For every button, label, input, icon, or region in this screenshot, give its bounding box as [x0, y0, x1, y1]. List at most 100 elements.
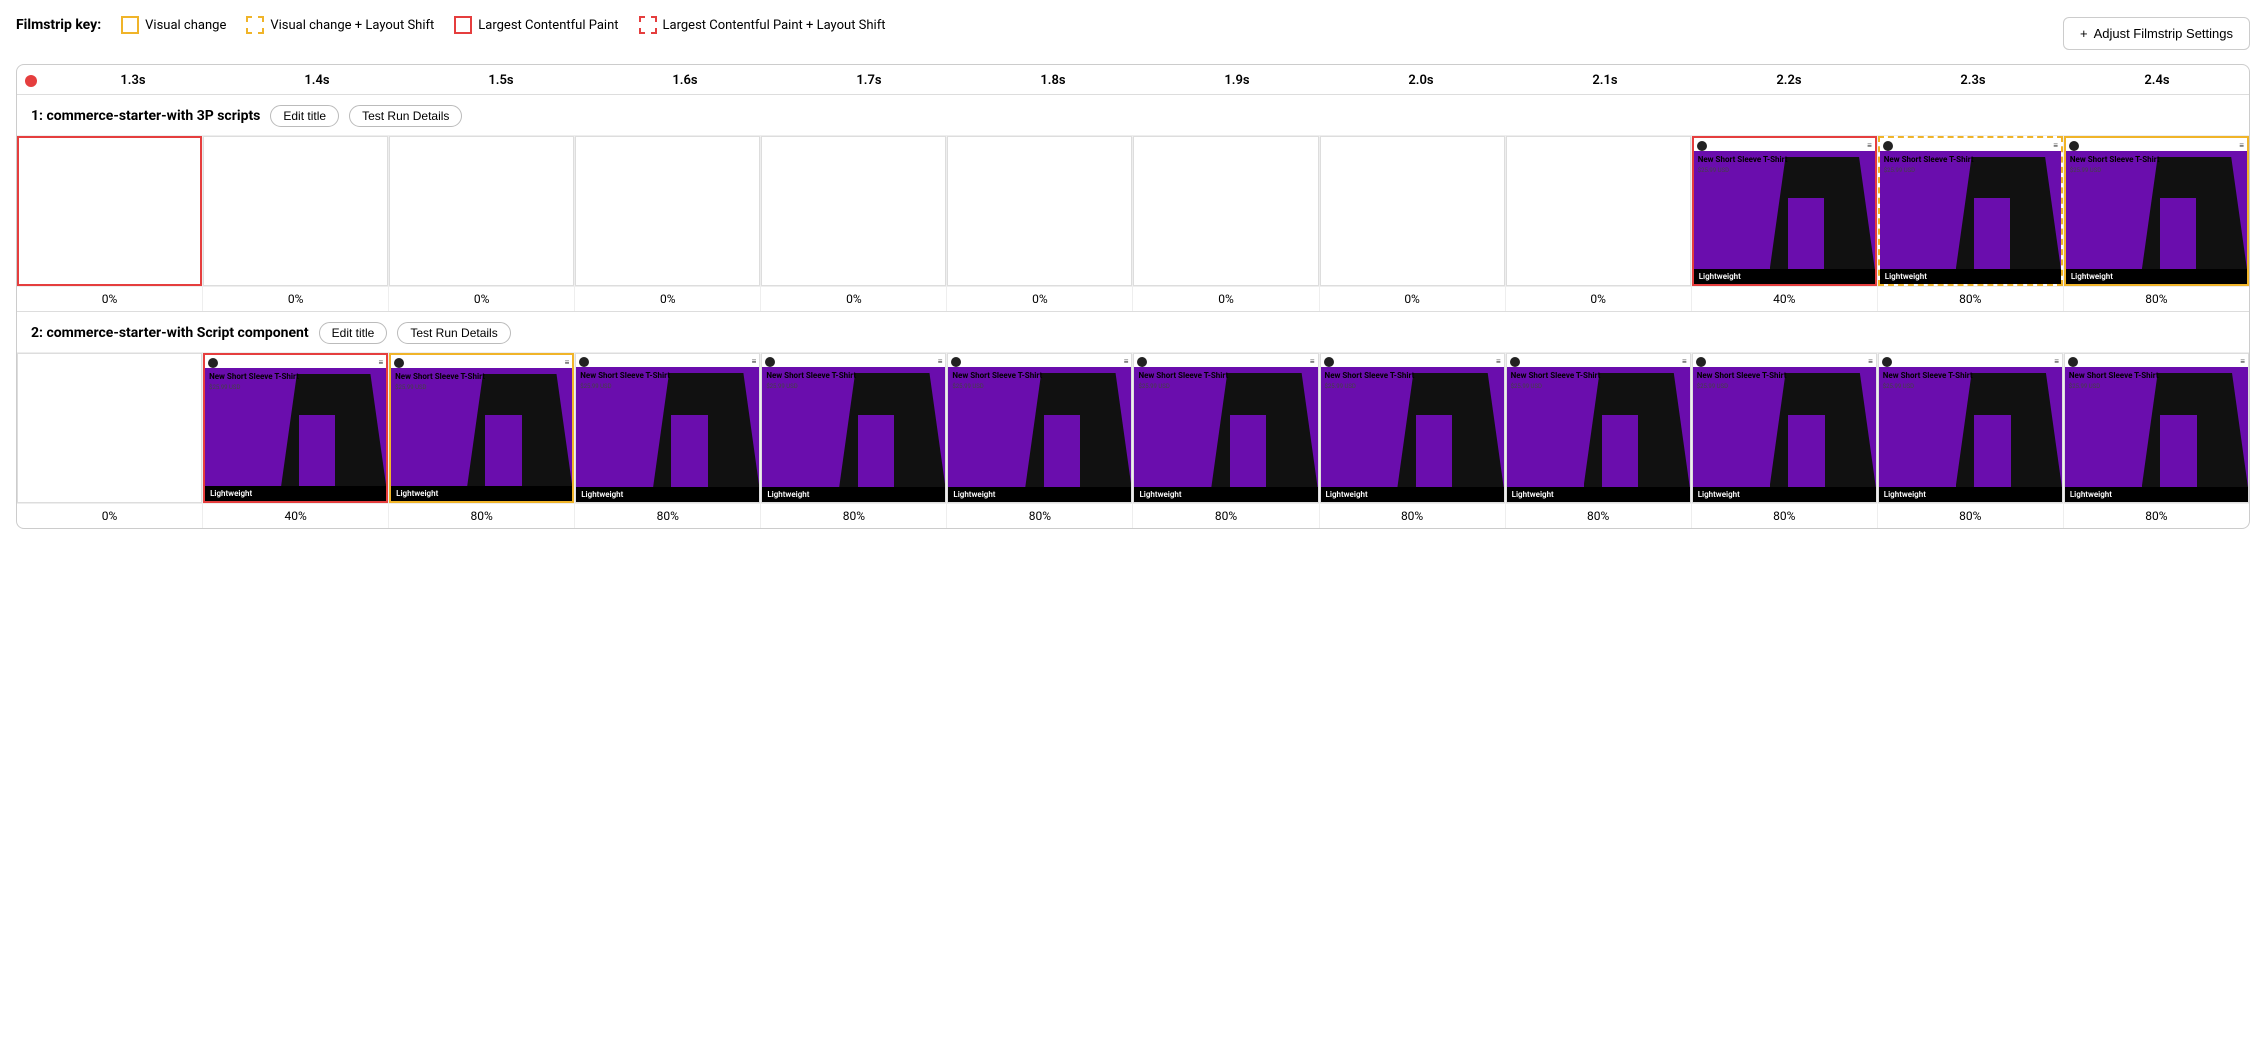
product-price: $25.99 USD — [1511, 383, 1601, 390]
product-title: New Short Sleeve T-Shirt — [1511, 371, 1601, 381]
product-title: New Short Sleeve T-Shirt — [1883, 371, 1973, 381]
accent-shape — [1044, 415, 1081, 487]
accent-shape — [2160, 415, 2197, 487]
frame-cell — [761, 136, 947, 286]
timeline-tick: 1.8s — [961, 73, 1145, 88]
frame-image[interactable]: ≡New Short Sleeve T-Shirt$25.99 USDLight… — [1878, 136, 2063, 286]
product-title: New Short Sleeve T-Shirt — [2070, 155, 2160, 165]
frame-cell — [1133, 136, 1319, 286]
row-2-edit-title-button[interactable]: Edit title — [319, 322, 388, 344]
frame-cell: ≡New Short Sleeve T-Shirt$25.99 USDLight… — [1506, 353, 1692, 503]
accent-shape — [1416, 415, 1453, 487]
row-2-test-run-button[interactable]: Test Run Details — [397, 322, 510, 344]
frame-icon-circle — [765, 357, 775, 367]
frame-cell — [17, 353, 203, 503]
frame-icon-circle — [394, 358, 404, 368]
frame-icon-lines: ≡ — [2053, 141, 2058, 151]
key-item-visual-change: Visual change — [121, 16, 226, 34]
accent-shape — [1974, 415, 2011, 487]
frame-icon-lines: ≡ — [2239, 141, 2244, 151]
frame-image[interactable]: ≡New Short Sleeve T-Shirt$25.99 USDLight… — [761, 353, 946, 503]
frame-image[interactable] — [575, 136, 760, 286]
frame-image[interactable]: ≡New Short Sleeve T-Shirt$25.99 USDLight… — [1692, 353, 1877, 503]
timeline-tick: 2.4s — [2065, 73, 2249, 88]
frame-icon-lines: ≡ — [1496, 357, 1501, 367]
frame-percentage: 0% — [575, 287, 761, 311]
adjust-label: Adjust Filmstrip Settings — [2094, 26, 2233, 41]
frame-cell — [203, 136, 389, 286]
product-price: $25.99 USD — [1883, 383, 1973, 390]
frame-image[interactable]: ≡New Short Sleeve T-Shirt$25.99 USDLight… — [1506, 353, 1691, 503]
accent-shape — [1230, 415, 1267, 487]
frame-icon-circle — [2068, 357, 2078, 367]
accent-shape — [858, 415, 895, 487]
timeline-tick: 1.4s — [225, 73, 409, 88]
frame-image[interactable] — [761, 136, 946, 286]
frame-image[interactable] — [203, 136, 388, 286]
frame-image[interactable]: ≡New Short Sleeve T-Shirt$25.99 USDLight… — [389, 353, 574, 503]
timeline-header: 1.3s1.4s1.5s1.6s1.7s1.8s1.9s2.0s2.1s2.2s… — [17, 65, 2249, 95]
product-price: $25.99 USD — [209, 384, 299, 391]
frame-cell: ≡New Short Sleeve T-Shirt$25.99 USDLight… — [1878, 353, 2064, 503]
key-box-visual-change — [121, 16, 139, 34]
row-1-percentages: 0%0%0%0%0%0%0%0%0%40%80%80% — [17, 286, 2249, 311]
frame-cell — [575, 136, 761, 286]
frame-percentage: 80% — [1878, 287, 2064, 311]
frame-image[interactable] — [947, 136, 1132, 286]
accent-shape — [2160, 198, 2196, 269]
frame-image[interactable]: ≡New Short Sleeve T-Shirt$25.99 USDLight… — [203, 353, 388, 503]
frame-percentage: 0% — [389, 287, 575, 311]
frame-image[interactable]: ≡New Short Sleeve T-Shirt$25.99 USDLight… — [1133, 353, 1318, 503]
product-footer: Lightweight — [2066, 269, 2247, 284]
row-2-header: 2: commerce-starter-with Script componen… — [17, 312, 2249, 352]
row-1-test-run-button[interactable]: Test Run Details — [349, 105, 462, 127]
frame-image[interactable] — [17, 136, 202, 286]
timeline-tick: 2.1s — [1513, 73, 1697, 88]
frame-image[interactable]: ≡New Short Sleeve T-Shirt$25.99 USDLight… — [2064, 353, 2249, 503]
timeline-dot — [25, 75, 37, 87]
frame-percentage: 80% — [761, 504, 947, 528]
adjust-icon: + — [2080, 26, 2088, 41]
frame-image[interactable]: ≡New Short Sleeve T-Shirt$25.99 USDLight… — [575, 353, 760, 503]
product-footer: Lightweight — [762, 487, 945, 502]
frame-percentage: 40% — [1692, 287, 1878, 311]
product-title: New Short Sleeve T-Shirt — [1884, 155, 1974, 165]
accent-shape — [1602, 415, 1639, 487]
row-section-2: 2: commerce-starter-with Script componen… — [17, 312, 2249, 528]
frame-image[interactable] — [1320, 136, 1505, 286]
frame-percentage: 0% — [947, 287, 1133, 311]
row-1-title: 1: commerce-starter-with 3P scripts — [31, 108, 260, 124]
frame-image[interactable] — [1133, 136, 1318, 286]
frame-image[interactable]: ≡New Short Sleeve T-Shirt$25.99 USDLight… — [1878, 353, 2063, 503]
product-footer: Lightweight — [1321, 487, 1504, 502]
key-text-visual-layout: Visual change + Layout Shift — [270, 18, 434, 33]
timeline-tick: 1.5s — [409, 73, 593, 88]
key-text-lcp: Largest Contentful Paint — [478, 18, 618, 33]
frame-image[interactable]: ≡New Short Sleeve T-Shirt$25.99 USDLight… — [2064, 136, 2249, 286]
product-price: $25.99 USD — [1138, 383, 1228, 390]
row-1-edit-title-button[interactable]: Edit title — [270, 105, 339, 127]
timeline-tick: 2.3s — [1881, 73, 2065, 88]
frame-icon-circle — [208, 358, 218, 368]
frame-image[interactable] — [389, 136, 574, 286]
frame-image[interactable]: ≡New Short Sleeve T-Shirt$25.99 USDLight… — [1320, 353, 1505, 503]
frame-image[interactable]: ≡New Short Sleeve T-Shirt$25.99 USDLight… — [1692, 136, 1877, 286]
frame-percentage: 80% — [2064, 504, 2249, 528]
filmstrip-container: 1.3s1.4s1.5s1.6s1.7s1.8s1.9s2.0s2.1s2.2s… — [16, 64, 2250, 529]
frame-image[interactable] — [1506, 136, 1691, 286]
product-price: $25.99 USD — [766, 383, 856, 390]
frame-icon-lines: ≡ — [2240, 357, 2245, 367]
frame-image[interactable]: ≡New Short Sleeve T-Shirt$25.99 USDLight… — [947, 353, 1132, 503]
frame-image[interactable] — [17, 353, 202, 503]
accent-shape — [299, 415, 335, 486]
row-2-percentages: 0%40%80%80%80%80%80%80%80%80%80%80% — [17, 503, 2249, 528]
accent-shape — [485, 415, 521, 486]
product-footer: Lightweight — [1880, 269, 2061, 284]
key-item-lcp-layout: Largest Contentful Paint + Layout Shift — [639, 16, 886, 34]
frame-icon-lines: ≡ — [378, 358, 383, 368]
frame-cell: ≡New Short Sleeve T-Shirt$25.99 USDLight… — [389, 353, 575, 503]
product-title: New Short Sleeve T-Shirt — [1138, 371, 1228, 381]
adjust-filmstrip-button[interactable]: + Adjust Filmstrip Settings — [2063, 17, 2250, 50]
frame-icon-lines: ≡ — [938, 357, 943, 367]
product-footer: Lightweight — [1134, 487, 1317, 502]
